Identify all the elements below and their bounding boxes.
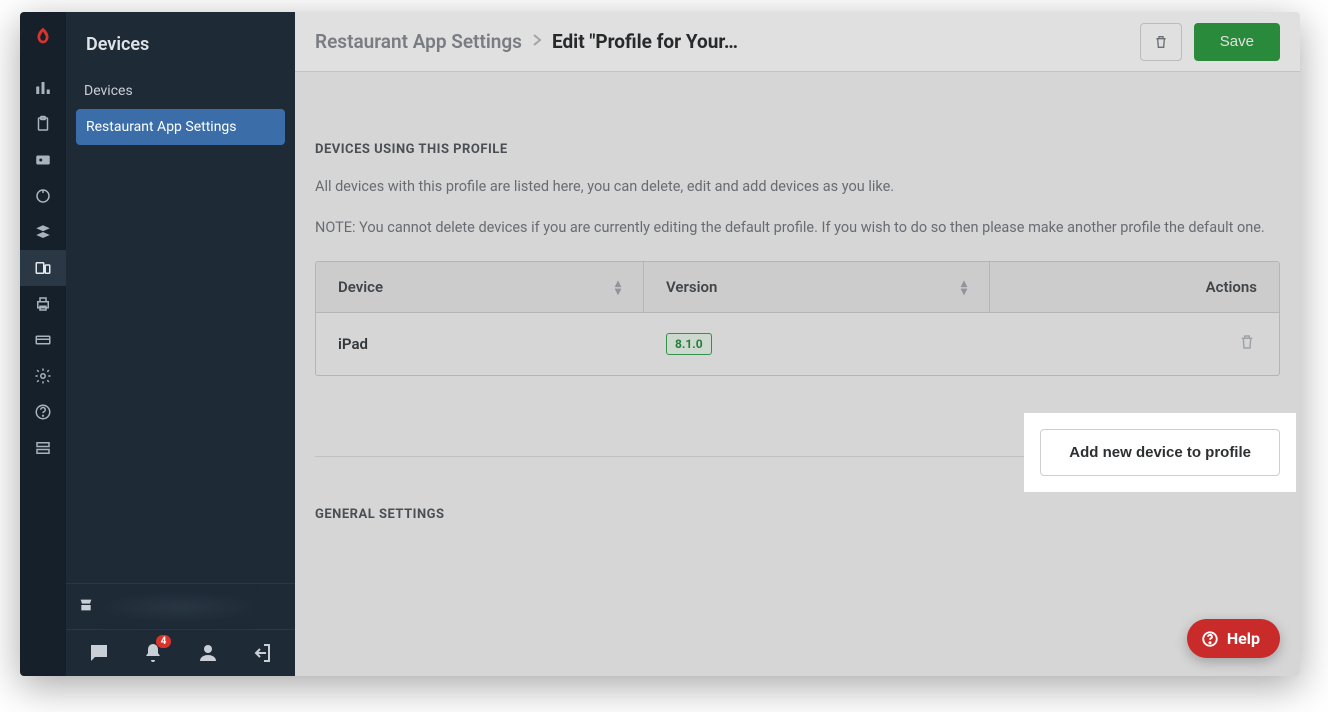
sort-icon: ▴▾ (961, 279, 967, 296)
nav-clipboard-icon[interactable] (20, 106, 66, 142)
general-settings-heading: GENERAL SETTINGS (315, 507, 1280, 522)
td-version: 8.1.0 (644, 313, 990, 375)
store-selector[interactable] (66, 584, 295, 630)
help-widget[interactable]: Help (1187, 619, 1280, 658)
td-device: iPad (316, 313, 644, 375)
subnav: Devices Devices Restaurant App Settings … (66, 12, 295, 676)
trash-icon (1153, 34, 1169, 50)
trash-icon (1238, 333, 1256, 351)
nav-id-icon[interactable] (20, 142, 66, 178)
delete-button[interactable] (1140, 23, 1182, 61)
subnav-bottom: 4 (66, 583, 295, 676)
th-actions-label: Actions (1206, 278, 1257, 296)
table-row: iPad 8.1.0 (316, 312, 1279, 375)
logo-icon (32, 26, 54, 48)
nav-card-icon[interactable] (20, 322, 66, 358)
section-heading: DEVICES USING THIS PROFILE (315, 142, 1280, 157)
notifications-badge: 4 (156, 635, 172, 648)
chevron-right-icon (532, 32, 542, 51)
nav-dish-icon[interactable] (20, 178, 66, 214)
topbar: Restaurant App Settings Edit "Profile fo… (295, 12, 1300, 72)
user-icon[interactable] (196, 641, 220, 665)
subnav-title: Devices (66, 12, 295, 73)
logout-icon[interactable] (250, 641, 274, 665)
th-version[interactable]: Version ▴▾ (644, 262, 990, 312)
section-desc-1: All devices with this profile are listed… (315, 175, 1280, 198)
main-area: Restaurant App Settings Edit "Profile fo… (295, 12, 1300, 676)
sort-icon: ▴▾ (615, 279, 621, 296)
highlighted-callout: Add new device to profile (1028, 417, 1292, 488)
nav-server-icon[interactable] (20, 430, 66, 466)
help-label: Help (1227, 629, 1260, 648)
td-actions (990, 313, 1279, 375)
devices-table: Device ▴▾ Version ▴▾ Actions iPad (315, 261, 1280, 376)
app-frame: Devices Devices Restaurant App Settings … (20, 12, 1300, 676)
th-device[interactable]: Device ▴▾ (316, 262, 644, 312)
row-delete-button[interactable] (1238, 333, 1256, 355)
icon-rail (20, 12, 66, 676)
th-device-label: Device (338, 278, 383, 296)
th-version-label: Version (666, 278, 717, 296)
store-name-blurred (104, 594, 254, 620)
nav-help-icon[interactable] (20, 394, 66, 430)
subnav-item-restaurant-app-settings[interactable]: Restaurant App Settings (76, 109, 285, 145)
breadcrumb-parent[interactable]: Restaurant App Settings (315, 30, 522, 53)
nav-devices-icon[interactable] (20, 250, 66, 286)
nav-analytics-icon[interactable] (20, 70, 66, 106)
nav-printer-icon[interactable] (20, 286, 66, 322)
notifications-icon[interactable]: 4 (141, 641, 165, 665)
section-desc-2: NOTE: You cannot delete devices if you a… (315, 216, 1280, 239)
th-actions: Actions (990, 262, 1279, 312)
nav-settings-icon[interactable] (20, 358, 66, 394)
table-head: Device ▴▾ Version ▴▾ Actions (316, 262, 1279, 312)
save-button[interactable]: Save (1194, 23, 1280, 61)
nav-layers-icon[interactable] (20, 214, 66, 250)
store-icon (78, 597, 94, 617)
breadcrumb-current: Edit "Profile for Your… (552, 30, 738, 53)
add-device-button[interactable]: Add new device to profile (1040, 429, 1280, 476)
chat-icon[interactable] (87, 641, 111, 665)
subnav-item-devices[interactable]: Devices (66, 73, 295, 109)
version-badge: 8.1.0 (666, 333, 712, 355)
help-circle-icon (1201, 630, 1219, 648)
